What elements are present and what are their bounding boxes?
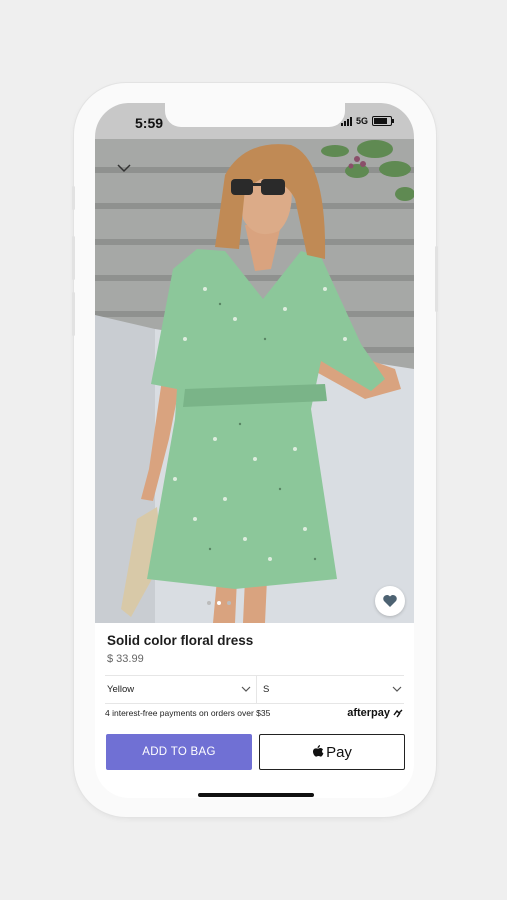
pagination-dot[interactable]	[207, 601, 211, 605]
image-pagination	[207, 601, 231, 605]
phone-screen: 5:59 5G Solid color floral dress $ 33.99…	[95, 103, 414, 798]
pagination-dot[interactable]	[227, 601, 231, 605]
apple-icon	[313, 745, 324, 757]
product-image[interactable]	[95, 139, 414, 623]
afterpay-logo[interactable]: afterpay	[347, 707, 404, 719]
color-select-value: Yellow	[107, 683, 135, 695]
pagination-dot-active[interactable]	[217, 601, 221, 605]
chevron-down-icon	[241, 686, 251, 692]
chevron-down-icon	[392, 686, 402, 692]
signal-icon	[340, 116, 352, 126]
afterpay-logo-text: afterpay	[347, 707, 390, 719]
product-price: $ 33.99	[107, 653, 144, 665]
size-select[interactable]: S	[256, 675, 402, 703]
size-select-value: S	[263, 683, 270, 695]
apple-pay-button[interactable]: Pay	[259, 734, 405, 770]
color-select[interactable]: Yellow	[107, 675, 251, 703]
battery-icon	[372, 116, 394, 126]
phone-power-button	[435, 246, 438, 312]
divider	[105, 703, 404, 704]
afterpay-loop-icon	[393, 709, 403, 717]
favorite-button[interactable]	[375, 586, 405, 616]
chevron-down-icon[interactable]	[117, 163, 131, 173]
phone-volume-down	[72, 292, 75, 336]
status-time: 5:59	[135, 115, 164, 131]
heart-icon	[383, 595, 397, 607]
phone-side-button	[72, 186, 75, 210]
network-label: 5G	[355, 116, 368, 126]
status-indicators: 5G	[340, 116, 394, 126]
status-bar: 5:59 5G	[95, 103, 414, 139]
phone-volume-up	[72, 236, 75, 280]
add-to-bag-button[interactable]: ADD TO BAG	[106, 734, 252, 770]
afterpay-row[interactable]: 4 interest-free payments on orders over …	[105, 707, 404, 719]
home-indicator[interactable]	[198, 793, 314, 797]
product-photo	[95, 139, 414, 623]
notch	[165, 103, 345, 127]
afterpay-text: 4 interest-free payments on orders over …	[105, 708, 271, 718]
product-title: Solid color floral dress	[107, 633, 254, 648]
apple-pay-label: Pay	[326, 743, 352, 761]
